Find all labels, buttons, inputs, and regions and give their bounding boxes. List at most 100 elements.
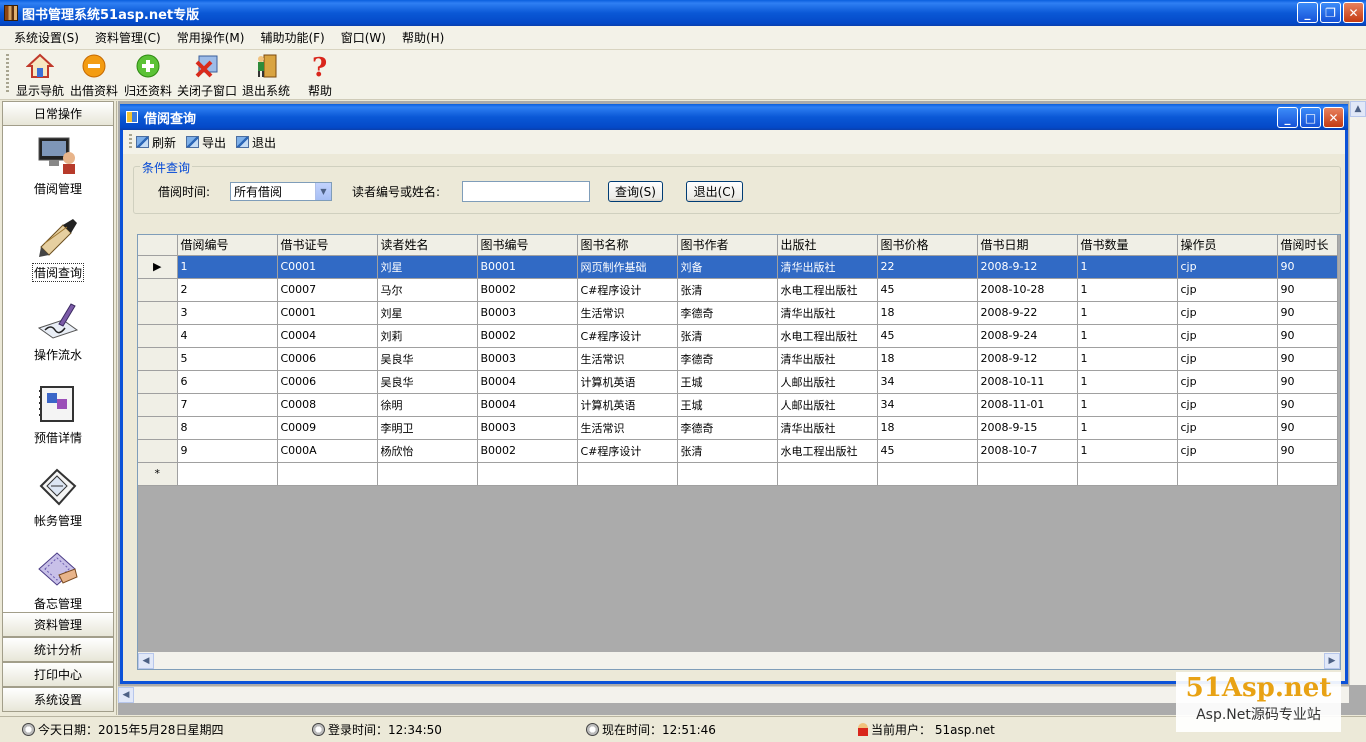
table-cell[interactable]: cjp <box>1177 393 1278 417</box>
table-cell[interactable]: 刘星 <box>377 255 478 279</box>
table-cell[interactable]: 34 <box>877 370 978 394</box>
table-row[interactable]: 4 C0004 刘莉 B0002 C#程序设计 张清 水电工程出版社 45 2008-9-24 1… <box>138 324 1338 348</box>
table-cell[interactable]: 李德奇 <box>677 416 778 440</box>
table-row[interactable]: 6 C0006 吴良华 B0004 计算机英语 王城 人邮出版社 34 2008-10-11 1 c… <box>138 370 1338 394</box>
table-cell[interactable]: 刘星 <box>377 301 478 325</box>
table-cell[interactable]: 李德奇 <box>677 347 778 371</box>
new-row[interactable]: * <box>138 462 1338 486</box>
table-cell[interactable]: B0004 <box>477 370 578 394</box>
table-cell[interactable]: B0003 <box>477 347 578 371</box>
nav-section-stats[interactable]: 统计分析 <box>2 637 114 662</box>
table-cell[interactable]: cjp <box>1177 255 1278 279</box>
toolbar-grip[interactable] <box>6 54 9 94</box>
table-cell[interactable]: 人邮出版社 <box>777 370 878 394</box>
row-header[interactable] <box>138 324 178 348</box>
table-cell[interactable]: 45 <box>877 278 978 302</box>
table-cell[interactable]: cjp <box>1177 416 1278 440</box>
mdi-vertical-scrollbar[interactable]: ▲ <box>1349 101 1366 685</box>
reader-input[interactable] <box>462 181 590 202</box>
table-cell[interactable] <box>277 462 378 486</box>
table-cell[interactable]: 生活常识 <box>577 416 678 440</box>
table-cell[interactable]: B0002 <box>477 324 578 348</box>
menu-data-management[interactable]: 资料管理(C) <box>87 29 169 46</box>
menu-system-settings[interactable]: 系统设置(S) <box>6 29 87 46</box>
nav-section-settings[interactable]: 系统设置 <box>2 687 114 712</box>
table-cell[interactable]: 水电工程出版社 <box>777 324 878 348</box>
table-row[interactable]: 9 C000A 杨欣怡 B0002 C#程序设计 张清 水电工程出版社 45 2008-10-7… <box>138 439 1338 463</box>
child-close-button[interactable]: ✕ <box>1323 107 1344 128</box>
column-header[interactable]: 图书作者 <box>677 235 778 256</box>
table-cell[interactable]: 22 <box>877 255 978 279</box>
table-cell[interactable]: cjp <box>1177 439 1278 463</box>
table-cell[interactable]: B0001 <box>477 255 578 279</box>
table-cell[interactable]: 1 <box>1077 416 1178 440</box>
table-row[interactable]: 8 C0009 李明卫 B0003 生活常识 李德奇 清华出版社 18 2008-9-15 1 cj… <box>138 416 1338 440</box>
nav-section-data[interactable]: 资料管理 <box>2 612 114 637</box>
table-cell[interactable]: 45 <box>877 324 978 348</box>
table-cell[interactable]: 7 <box>177 393 278 417</box>
column-header[interactable]: 图书名称 <box>577 235 678 256</box>
nav-tile-borrow-query[interactable]: 借阅查询 <box>3 213 113 296</box>
refresh-button[interactable]: 刷新 <box>136 134 176 151</box>
table-cell[interactable]: C0004 <box>277 324 378 348</box>
scroll-left-icon[interactable]: ◀ <box>118 687 134 703</box>
exit-system-button[interactable]: 退出系统 <box>239 50 293 99</box>
table-cell[interactable]: 90 <box>1277 324 1338 348</box>
lend-button[interactable]: 出借资料 <box>67 50 121 99</box>
table-cell[interactable]: 1 <box>177 255 278 279</box>
table-cell[interactable]: 2008-10-7 <box>977 439 1078 463</box>
column-header[interactable]: 借书数量 <box>1077 235 1178 256</box>
row-header[interactable] <box>138 301 178 325</box>
row-header[interactable] <box>138 439 178 463</box>
table-cell[interactable]: 马尔 <box>377 278 478 302</box>
scroll-right-icon[interactable]: ▶ <box>1324 652 1340 669</box>
table-row[interactable]: 7 C0008 徐明 B0004 计算机英语 王城 人邮出版社 34 2008-11-01 1 cj… <box>138 393 1338 417</box>
row-header[interactable] <box>138 278 178 302</box>
help-button[interactable]: ? 帮助 <box>293 50 347 99</box>
child-toolbar-grip[interactable] <box>129 134 132 150</box>
table-cell[interactable]: 张清 <box>677 324 778 348</box>
table-cell[interactable]: 2 <box>177 278 278 302</box>
menu-aux-functions[interactable]: 辅助功能(F) <box>252 29 332 46</box>
table-cell[interactable]: 90 <box>1277 416 1338 440</box>
table-cell[interactable]: 2008-9-22 <box>977 301 1078 325</box>
table-cell[interactable]: 45 <box>877 439 978 463</box>
table-cell[interactable] <box>377 462 478 486</box>
table-cell[interactable]: 1 <box>1077 439 1178 463</box>
nav-section-daily[interactable]: 日常操作 <box>2 101 114 126</box>
table-cell[interactable] <box>477 462 578 486</box>
table-cell[interactable]: 2008-9-15 <box>977 416 1078 440</box>
table-cell[interactable]: C#程序设计 <box>577 324 678 348</box>
table-cell[interactable]: 2008-10-11 <box>977 370 1078 394</box>
table-cell[interactable]: 1 <box>1077 255 1178 279</box>
scroll-up-icon[interactable]: ▲ <box>1350 101 1366 117</box>
table-cell[interactable]: C0009 <box>277 416 378 440</box>
child-maximize-button[interactable]: □ <box>1300 107 1321 128</box>
table-cell[interactable]: 李德奇 <box>677 301 778 325</box>
table-cell[interactable]: 杨欣怡 <box>377 439 478 463</box>
row-header[interactable] <box>138 370 178 394</box>
table-cell[interactable]: B0002 <box>477 278 578 302</box>
table-cell[interactable]: 4 <box>177 324 278 348</box>
table-cell[interactable]: 生活常识 <box>577 347 678 371</box>
table-cell[interactable]: 90 <box>1277 278 1338 302</box>
table-row[interactable]: ▶ 1 C0001 刘星 B0001 网页制作基础 刘备 清华出版社 22 2008-9-12 1 c… <box>138 255 1338 279</box>
table-cell[interactable]: cjp <box>1177 301 1278 325</box>
table-cell[interactable]: cjp <box>1177 324 1278 348</box>
table-cell[interactable]: 计算机英语 <box>577 393 678 417</box>
minimize-button[interactable]: _ <box>1297 2 1318 23</box>
scroll-left-icon[interactable]: ◀ <box>138 652 154 669</box>
table-cell[interactable]: 张清 <box>677 278 778 302</box>
borrow-grid[interactable]: 借阅编号 借书证号 读者姓名 图书编号 图书名称 图书作者 出版社 图书价格 借书日期 借书数量操… <box>137 234 1341 670</box>
table-cell[interactable]: 5 <box>177 347 278 371</box>
table-cell[interactable]: C#程序设计 <box>577 278 678 302</box>
nav-tile-op-log[interactable]: 操作流水 <box>3 296 113 379</box>
table-cell[interactable]: 90 <box>1277 255 1338 279</box>
table-cell[interactable]: 90 <box>1277 393 1338 417</box>
row-header[interactable] <box>138 393 178 417</box>
table-cell[interactable]: 90 <box>1277 370 1338 394</box>
table-cell[interactable]: 18 <box>877 301 978 325</box>
table-cell[interactable] <box>1077 462 1178 486</box>
table-cell[interactable] <box>1277 462 1338 486</box>
table-cell[interactable]: B0004 <box>477 393 578 417</box>
